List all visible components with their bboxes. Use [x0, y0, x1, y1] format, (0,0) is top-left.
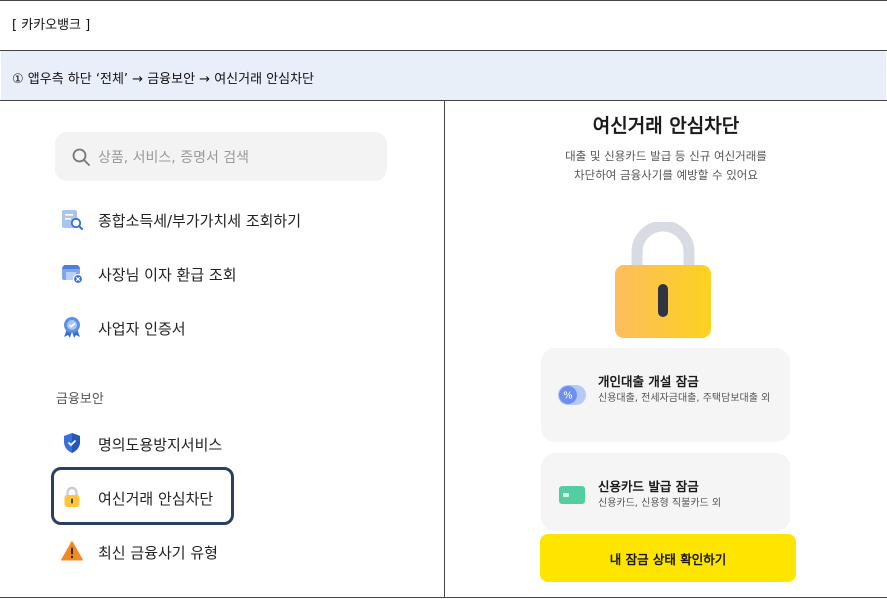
menu-item-label: 종합소득세/부가가치세 조회하기 [98, 212, 302, 230]
menu-item-label: 명의도용방지서비스 [98, 436, 223, 454]
menu-item-label: 최신 금융사기 유형 [98, 544, 218, 562]
page-description-line1: 대출 및 신용카드 발급 등 신규 여신거래를 [565, 149, 767, 163]
menu-item-latest-fraud-types[interactable]: 최신 금융사기 유형 [60, 536, 400, 566]
shield-check-icon [64, 433, 80, 453]
credit-card-icon [559, 486, 585, 504]
tax-document-search-icon [62, 210, 83, 230]
menu-item-label: 사업자 인증서 [98, 320, 186, 338]
page-title: 여신거래 안심차단 [592, 115, 740, 137]
document-frame: [ 카카오뱅크 ] ① 앱우측 하단 ‘전체’ → 금융보안 → 여신거래 안심… [0, 0, 887, 599]
large-padlock-icon [615, 222, 711, 338]
store-refund-icon [62, 265, 84, 285]
search-placeholder: 상품, 서비스, 증명서 검색 [98, 150, 250, 166]
card-title: 개인대출 개설 잠금 [598, 374, 699, 389]
svg-text:%: % [563, 391, 573, 402]
table-border-top [0, 0, 887, 1]
menu-item-tax-inquiry[interactable]: 종합소득세/부가가치세 조회하기 [60, 204, 400, 234]
loan-lock-card[interactable]: % 개인대출 개설 잠금 신용대출, 전세자금대출, 주택담보대출 외 [541, 348, 790, 442]
card-description: 신용카드, 신용형 직불카드 외 [598, 498, 722, 509]
card-description: 신용대출, 전세자금대출, 주택담보대출 외 [598, 393, 771, 404]
search-icon [72, 148, 90, 166]
menu-item-label: 사장님 이자 환급 조회 [98, 266, 237, 284]
highlight-box [51, 467, 234, 525]
table-border-bottom [0, 597, 887, 598]
warning-icon [61, 541, 83, 561]
search-input[interactable]: 상품, 서비스, 증명서 검색 [55, 132, 387, 181]
certificate-badge-icon [64, 317, 80, 338]
step-instruction-row: ① 앱우측 하단 ‘전체’ → 금융보안 → 여신거래 안심차단 [1, 51, 886, 100]
step-instruction: ① 앱우측 하단 ‘전체’ → 금융보안 → 여신거래 안심차단 [12, 72, 315, 87]
check-lock-status-button[interactable]: 내 잠금 상태 확인하기 [540, 534, 796, 582]
card-title: 신용카드 발급 잠금 [598, 479, 699, 494]
menu-item-identity-theft-prevention[interactable]: 명의도용방지서비스 [60, 428, 400, 458]
loan-toggle-icon: % [558, 385, 586, 405]
menu-item-business-certificate[interactable]: 사업자 인증서 [60, 312, 400, 342]
menu-item-interest-refund[interactable]: 사장님 이자 환급 조회 [60, 258, 400, 288]
page-description-line2: 차단하여 금융사기를 예방할 수 있어요 [574, 168, 758, 182]
section-label-financial-security: 금융보안 [56, 392, 104, 407]
document-title: [ 카카오뱅크 ] [12, 18, 91, 33]
credit-card-lock-card[interactable]: 신용카드 발급 잠금 신용카드, 신용형 직불카드 외 [541, 453, 790, 531]
table-divider [444, 100, 445, 597]
